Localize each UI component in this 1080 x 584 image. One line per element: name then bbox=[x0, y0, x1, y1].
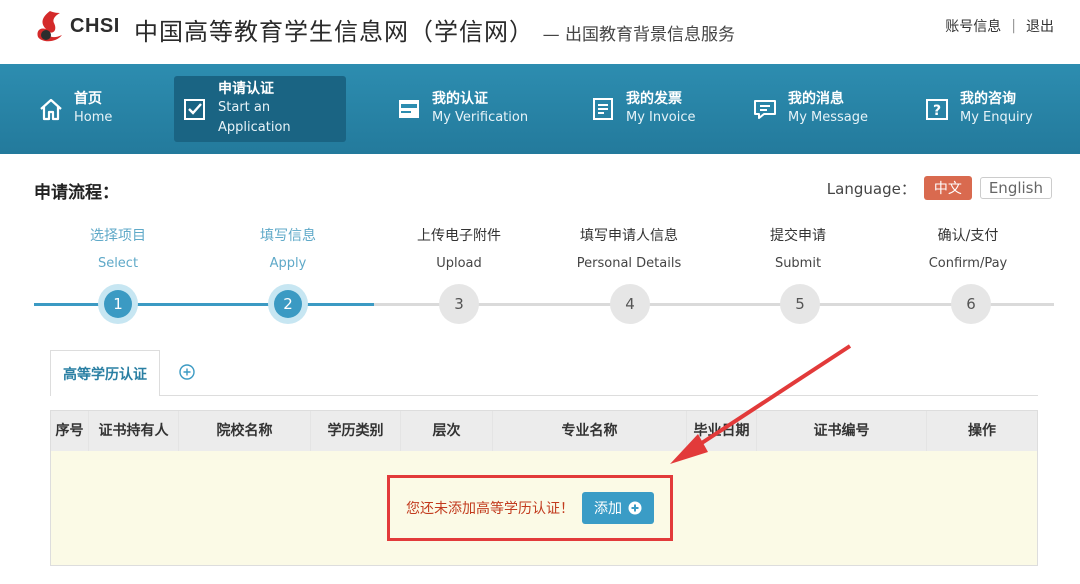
step-2-circle: 2 bbox=[268, 284, 308, 324]
language-switcher: Language： 中文 English bbox=[827, 176, 1052, 200]
nav-item-verification[interactable]: 我的认证 My Verification bbox=[396, 76, 546, 142]
logout-link[interactable]: 退出 bbox=[1026, 16, 1054, 36]
plus-circle-icon bbox=[628, 501, 642, 515]
col-level: 层次 bbox=[401, 411, 493, 451]
col-type: 学历类别 bbox=[311, 411, 401, 451]
nav-verification-en: My Verification bbox=[432, 110, 529, 125]
step-1-cn: 选择项目 bbox=[90, 228, 146, 244]
step-3-cn: 上传电子附件 bbox=[417, 228, 501, 244]
nav-item-enquiry[interactable]: ? 我的咨询 My Enquiry bbox=[924, 76, 1054, 142]
top-header: CHSI 中国高等教育学生信息网（学信网） — 出国教育背景信息服务 账号信息 … bbox=[0, 0, 1080, 64]
user-links: 账号信息 | 退出 bbox=[945, 16, 1054, 36]
step-2-en: Apply bbox=[269, 256, 307, 271]
add-tab-icon[interactable] bbox=[178, 363, 196, 381]
step-5-cn: 提交申请 bbox=[770, 228, 826, 244]
step-6-cn: 确认/支付 bbox=[937, 228, 999, 244]
progress-steps: 选择项目 Select 1 填写信息 Apply 2 上传电子附件 Upload… bbox=[0, 222, 1080, 332]
add-button-label: 添加 bbox=[594, 500, 622, 516]
certificate-icon bbox=[396, 96, 422, 122]
step-2-cn: 填写信息 bbox=[260, 228, 316, 244]
empty-state-highlight: 您还未添加高等学历认证！ 添加 bbox=[387, 475, 673, 541]
table-body-empty: 您还未添加高等学历认证！ 添加 bbox=[51, 451, 1037, 565]
link-separator: | bbox=[1011, 18, 1016, 34]
col-index: 序号 bbox=[51, 411, 89, 451]
step-1-circle: 1 bbox=[98, 284, 138, 324]
step-3-en: Upload bbox=[436, 256, 482, 271]
nav-apply-en: Start an Application bbox=[218, 100, 291, 135]
site-title: 中国高等教育学生信息网（学信网） — 出国教育背景信息服务 bbox=[134, 12, 735, 47]
flame-logo-icon bbox=[37, 11, 62, 42]
logo-text: CHSI bbox=[70, 14, 120, 37]
step-6-circle: 6 bbox=[951, 284, 991, 324]
checkbox-icon bbox=[182, 96, 208, 122]
annotation-arrow-icon bbox=[670, 344, 852, 464]
nav-home-cn: 首页 bbox=[74, 91, 102, 107]
empty-message: 您还未添加高等学历认证！ bbox=[406, 501, 574, 517]
step-4-circle: 4 bbox=[610, 284, 650, 324]
nav-message-cn: 我的消息 bbox=[788, 91, 844, 107]
nav-verification-cn: 我的认证 bbox=[432, 91, 488, 107]
question-icon: ? bbox=[924, 96, 950, 122]
account-link[interactable]: 账号信息 bbox=[945, 16, 1001, 36]
step-apply: 填写信息 Apply bbox=[203, 227, 373, 273]
col-actions: 操作 bbox=[968, 423, 996, 439]
nav-item-invoice[interactable]: 我的发票 My Invoice bbox=[590, 76, 720, 142]
table-header: 序号 证书持有人 院校名称 学历类别 层次 专业名称 毕业日期 证书编号 操作 bbox=[51, 411, 1037, 451]
chsi-logo[interactable]: CHSI bbox=[32, 6, 120, 46]
tab-higher-education[interactable]: 高等学历认证 bbox=[50, 350, 160, 396]
site-title-main: 中国高等教育学生信息网（学信网） bbox=[134, 18, 534, 46]
main-navbar: 首页 Home 申请认证 Start an Application 我的认证 M… bbox=[0, 64, 1080, 154]
invoice-icon bbox=[590, 96, 616, 122]
language-label: Language： bbox=[826, 179, 916, 198]
process-label: 申请流程： bbox=[34, 183, 119, 203]
step-4-cn: 填写申请人信息 bbox=[580, 228, 678, 244]
nav-enquiry-en: My Enquiry bbox=[960, 110, 1033, 125]
step-5-circle: 5 bbox=[780, 284, 820, 324]
col-holder: 证书持有人 bbox=[89, 411, 179, 451]
nav-item-home[interactable]: 首页 Home bbox=[38, 76, 158, 142]
site-subtitle: — 出国教育背景信息服务 bbox=[542, 25, 736, 45]
tab-divider bbox=[160, 395, 1038, 396]
step-4-en: Personal Details bbox=[576, 256, 682, 271]
step-1-number: 1 bbox=[104, 290, 132, 318]
education-table: 序号 证书持有人 院校名称 学历类别 层次 专业名称 毕业日期 证书编号 操作 … bbox=[50, 410, 1038, 566]
step-2-number: 2 bbox=[274, 290, 302, 318]
step-upload: 上传电子附件 Upload bbox=[374, 227, 544, 273]
step-6-en: Confirm/Pay bbox=[928, 256, 1008, 271]
progress-line-done bbox=[34, 303, 374, 306]
nav-item-message[interactable]: 我的消息 My Message bbox=[752, 76, 882, 142]
step-5-en: Submit bbox=[774, 256, 822, 271]
nav-enquiry-cn: 我的咨询 bbox=[960, 91, 1016, 107]
nav-invoice-en: My Invoice bbox=[626, 110, 696, 125]
nav-item-apply[interactable]: 申请认证 Start an Application bbox=[174, 76, 346, 142]
step-select: 选择项目 Select bbox=[33, 227, 203, 273]
nav-message-en: My Message bbox=[788, 110, 869, 125]
step-3-circle: 3 bbox=[439, 284, 479, 324]
col-school: 院校名称 bbox=[179, 411, 311, 451]
svg-text:?: ? bbox=[933, 103, 941, 119]
nav-apply-cn: 申请认证 bbox=[218, 81, 274, 97]
step-submit: 提交申请 Submit bbox=[713, 227, 883, 273]
nav-home-en: Home bbox=[74, 110, 113, 125]
step-1-en: Select bbox=[97, 256, 139, 271]
nav-invoice-cn: 我的发票 bbox=[626, 91, 682, 107]
step-personal-details: 填写申请人信息 Personal Details bbox=[544, 227, 714, 273]
lang-english-button[interactable]: English bbox=[979, 177, 1052, 199]
add-button[interactable]: 添加 bbox=[582, 492, 654, 524]
step-confirm-pay: 确认/支付 Confirm/Pay bbox=[883, 227, 1053, 273]
home-icon bbox=[38, 96, 64, 122]
message-icon bbox=[752, 96, 778, 122]
lang-chinese-button[interactable]: 中文 bbox=[923, 176, 972, 200]
